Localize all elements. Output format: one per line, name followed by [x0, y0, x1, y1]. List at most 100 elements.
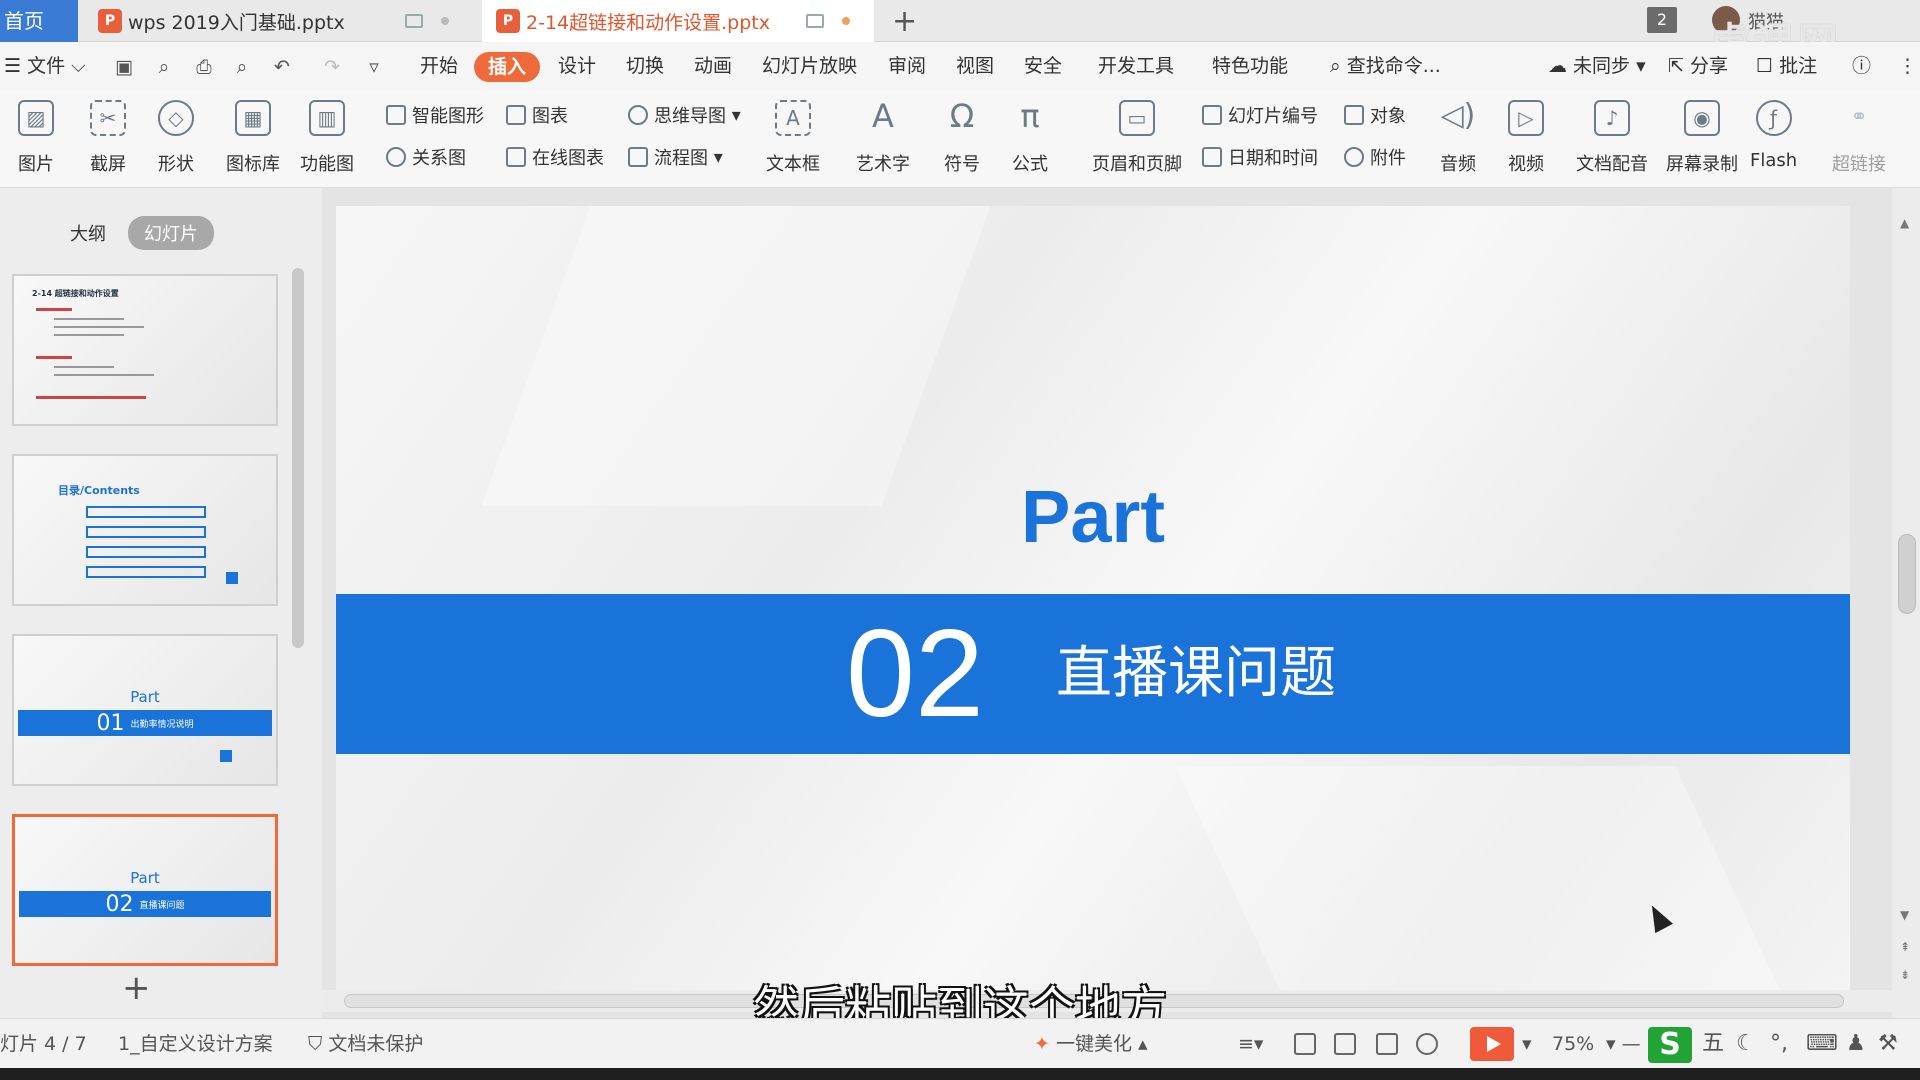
tab-home[interactable]: 首页	[0, 0, 78, 42]
tab-close-dot[interactable]	[440, 17, 449, 25]
normal-view-icon[interactable]	[1294, 1033, 1316, 1055]
redo-icon[interactable]: ↷	[322, 57, 342, 77]
relation-chart-button[interactable]: 关系图	[386, 144, 466, 170]
share-button[interactable]: ⇱ 分享	[1668, 42, 1728, 90]
current-slide[interactable]: Part 02 直播课问题	[336, 206, 1850, 996]
flash-button[interactable]: ƒ Flash	[1750, 100, 1797, 171]
help-icon[interactable]: ⓘ	[1852, 42, 1871, 90]
customize-toolbar-icon[interactable]: ▿	[364, 57, 384, 77]
menu-insert[interactable]: 插入	[474, 52, 541, 82]
ime-settings-icon[interactable]: ⚒	[1878, 1019, 1898, 1069]
slide-section-title[interactable]: 直播课问题	[1056, 594, 1336, 754]
thumb-line	[36, 356, 72, 359]
smart-shape-button[interactable]: 智能图形	[386, 102, 484, 128]
tab-slides[interactable]: 幻灯片	[128, 216, 214, 250]
sync-status[interactable]: ☁ 未同步 ▾	[1548, 42, 1646, 90]
window-count-badge[interactable]: 2	[1647, 7, 1677, 33]
monitor-icon[interactable]	[404, 14, 423, 28]
vertical-scroll-thumb[interactable]	[1898, 534, 1916, 614]
slide-thumbnail-4[interactable]: Part 02 直播课问题	[12, 814, 278, 966]
protection-status[interactable]: ⛉ 文档未保护	[308, 1019, 423, 1069]
formula-button[interactable]: π 公式	[1012, 100, 1048, 176]
ime-wubi[interactable]: 五	[1702, 1019, 1724, 1069]
unsaved-dot[interactable]	[841, 17, 850, 25]
doc-dub-button[interactable]: ♪ 文档配音	[1576, 100, 1648, 176]
hyperlink-button[interactable]: ⚭ 超链接	[1832, 100, 1886, 176]
menu-file[interactable]: ☰ 文件 ⌵	[4, 42, 86, 90]
video-button[interactable]: ▷ 视频	[1508, 100, 1544, 176]
more-icon[interactable]: ⋮	[1898, 42, 1917, 90]
reading-view-icon[interactable]	[1376, 1033, 1398, 1055]
attachment-button[interactable]: 附件	[1344, 144, 1406, 170]
scroll-down-icon[interactable]: ▼	[1900, 908, 1909, 922]
thumbnail-scrollbar[interactable]	[292, 268, 304, 648]
flash-icon: ƒ	[1755, 100, 1792, 136]
menu-security[interactable]: 安全	[1024, 42, 1062, 90]
save-icon[interactable]: ▣	[114, 57, 134, 77]
print-preview-icon[interactable]: ⌕	[232, 57, 252, 77]
one-click-beautify[interactable]: ✦ 一键美化 ▴	[1034, 1019, 1148, 1069]
print-icon[interactable]: ⎙	[194, 57, 214, 77]
slide-number-button[interactable]: 幻灯片编号	[1202, 102, 1318, 128]
zoom-level[interactable]: 75%	[1552, 1019, 1594, 1069]
menu-transition[interactable]: 切换	[626, 42, 664, 90]
vertical-scrollbar[interactable]: ▲ ▼ ⇞ ⇟	[1892, 188, 1920, 1018]
ime-user-icon[interactable]: ♟	[1846, 1019, 1866, 1069]
menu-review[interactable]: 审阅	[888, 42, 926, 90]
datetime-button[interactable]: 日期和时间	[1202, 144, 1318, 170]
tab-doc-wps-basics[interactable]: P wps 2019入门基础.pptx	[84, 0, 474, 42]
menu-start[interactable]: 开始	[420, 42, 458, 90]
format-painter-icon[interactable]: ⌕	[154, 57, 174, 77]
monitor-icon[interactable]	[805, 14, 824, 28]
screenshot-button[interactable]: ✂ 截屏	[90, 100, 126, 176]
menu-features[interactable]: 特色功能	[1212, 42, 1288, 90]
comment-button[interactable]: ☐ 批注	[1756, 42, 1817, 90]
slide-section-number[interactable]: 02	[846, 594, 984, 754]
design-scheme[interactable]: 1_自定义设计方案	[118, 1019, 273, 1069]
audio-button[interactable]: ◁) 音频	[1440, 100, 1476, 176]
online-chart-button[interactable]: 在线图表	[506, 144, 604, 170]
slide-part-label[interactable]: Part	[336, 474, 1850, 559]
picture-button[interactable]: ▨ 图片	[18, 100, 54, 176]
menu-animation[interactable]: 动画	[694, 42, 732, 90]
notes-icon[interactable]: ≡▾	[1238, 1019, 1263, 1069]
new-tab-button[interactable]: +	[892, 4, 917, 39]
flowchart-button[interactable]: 流程图 ▾	[628, 144, 723, 170]
thumb-line	[54, 334, 124, 336]
ime-keyboard-icon[interactable]: ⌨	[1806, 1019, 1838, 1069]
ime-punct-icon[interactable]: °,	[1770, 1019, 1788, 1069]
chart-button[interactable]: 图表	[506, 102, 568, 128]
slide-thumbnail-1[interactable]: 2-14 超链接和动作设置	[12, 274, 278, 426]
command-search[interactable]: ⌕ 查找命令...	[1330, 42, 1441, 90]
presenter-view-icon[interactable]	[1416, 1033, 1438, 1055]
art-text-button[interactable]: A 艺术字	[856, 100, 910, 176]
screen-record-button[interactable]: ◉ 屏幕录制	[1666, 100, 1738, 176]
ime-moon-icon[interactable]: ☾	[1736, 1019, 1756, 1069]
zoom-out-icon[interactable]: ▾ —	[1606, 1019, 1641, 1069]
object-button[interactable]: 对象	[1344, 102, 1406, 128]
symbol-button[interactable]: Ω 符号	[944, 100, 980, 176]
thumb-line	[36, 308, 72, 311]
tab-outline[interactable]: 大纲	[54, 216, 122, 250]
scroll-up-icon[interactable]: ▲	[1900, 216, 1909, 230]
tab-doc-hyperlink[interactable]: P 2-14超链接和动作设置.pptx	[482, 0, 874, 42]
ime-logo-icon[interactable]: S	[1648, 1027, 1692, 1063]
slide-thumbnail-2[interactable]: 目录/Contents	[12, 454, 278, 606]
function-chart-button[interactable]: ▥ 功能图	[300, 100, 354, 176]
slide-title-band[interactable]: 02 直播课问题	[336, 594, 1850, 754]
play-slideshow-button[interactable]	[1470, 1027, 1514, 1061]
menu-developer[interactable]: 开发工具	[1098, 42, 1174, 90]
slide-sorter-icon[interactable]	[1334, 1033, 1356, 1055]
menu-design[interactable]: 设计	[558, 42, 596, 90]
play-options-icon[interactable]: ▾	[1522, 1019, 1532, 1069]
icon-library-button[interactable]: ▦ 图标库	[226, 100, 280, 176]
slide-thumbnail-3[interactable]: Part 01 出勤率情况说明	[12, 634, 278, 786]
menu-view[interactable]: 视图	[956, 42, 994, 90]
shape-button[interactable]: ◇ 形状	[158, 100, 194, 176]
prev-slide-icon[interactable]: ⇞	[1900, 940, 1910, 954]
undo-icon[interactable]: ↶	[272, 57, 292, 77]
header-footer-button[interactable]: ▭ 页眉和页脚	[1092, 100, 1182, 176]
mindmap-button[interactable]: 思维导图 ▾	[628, 102, 741, 128]
textbox-button[interactable]: A 文本框	[766, 100, 820, 176]
menu-slideshow[interactable]: 幻灯片放映	[762, 42, 857, 90]
